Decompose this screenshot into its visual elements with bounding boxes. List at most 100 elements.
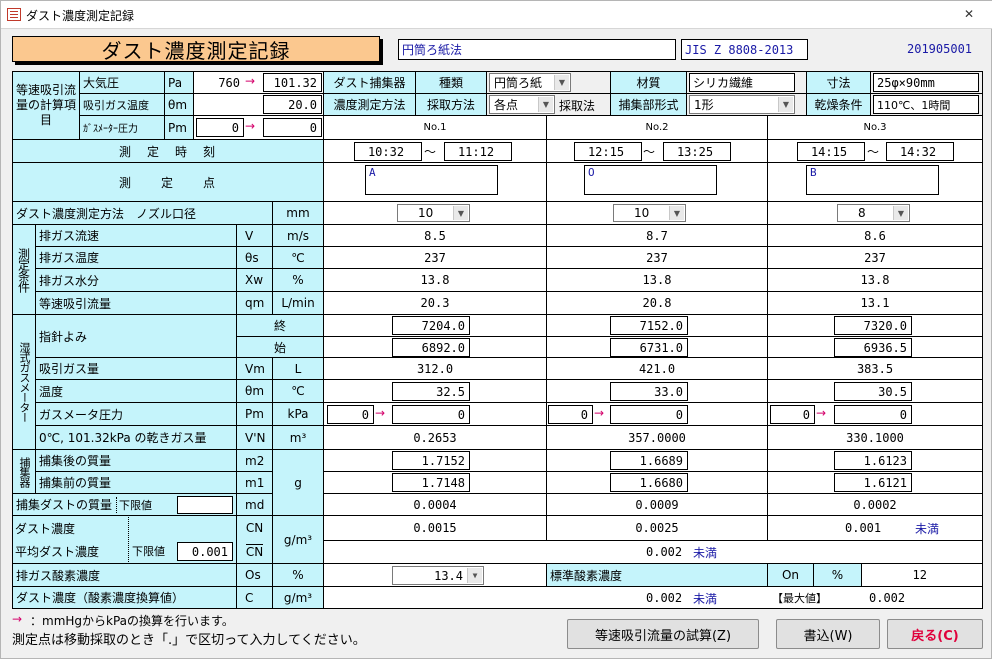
chevron-down-icon[interactable]: ▼: [453, 206, 468, 220]
time-start-3[interactable]: 14:15: [797, 142, 865, 161]
before-input-1[interactable]: 1.7148: [392, 473, 470, 492]
standard-field[interactable]: JIS Z 8808-2013: [681, 39, 808, 60]
dust-mass-text: 捕集ダストの質量: [16, 498, 113, 512]
pointer-start-input-3[interactable]: 6936.5: [834, 338, 912, 357]
gas-temp-input[interactable]: 20.0: [263, 95, 322, 114]
cond-val-moisture-1: 13.8: [323, 268, 547, 292]
method-field[interactable]: 円筒ろ紙法: [398, 39, 676, 60]
atm-kpa-input[interactable]: 101.32: [263, 73, 322, 92]
dust-mass-val-3: 0.0002: [767, 493, 983, 516]
volume-val-1: 312.0: [323, 357, 547, 380]
concentration-label: ダスト濃度: [15, 522, 76, 536]
gm-press-kpa-3[interactable]: 0: [834, 405, 912, 424]
time-end-1[interactable]: 11:12: [444, 142, 512, 161]
sampling-value: 各点: [494, 98, 519, 112]
oxygen-dropdown[interactable]: 13.4 ▼: [392, 566, 484, 585]
cond-val-flow-1: 20.3: [323, 291, 547, 315]
gm-press-mmhg-2[interactable]: 0: [548, 405, 593, 424]
cond-unit-temp: ℃: [272, 246, 324, 269]
time-end-3[interactable]: 14:32: [886, 142, 954, 161]
chevron-down-icon[interactable]: ▼: [893, 206, 908, 220]
gm-press-arrow-icon-3: →: [816, 406, 827, 420]
meter-kpa-input[interactable]: 0: [263, 118, 322, 137]
form-icon: [7, 8, 21, 21]
volume-val-3: 383.5: [767, 357, 983, 380]
gm-press-mmhg-1[interactable]: 0: [327, 405, 374, 424]
gm-press-kpa-2[interactable]: 0: [610, 405, 688, 424]
gas-temp-label: 吸引ガス温度: [79, 93, 165, 116]
cond-val-flow-3: 13.1: [767, 291, 983, 315]
pointer-end-input-1[interactable]: 7204.0: [392, 316, 470, 335]
dust-lower-label: 下限値: [116, 496, 152, 513]
meter-temp-sym: θm: [236, 379, 273, 403]
after-input-1[interactable]: 1.7152: [392, 451, 470, 470]
form-dropdown[interactable]: 1形 ▼: [689, 95, 795, 114]
meter-temp-input-1[interactable]: 32.5: [392, 382, 470, 401]
avg-lower-input[interactable]: 0.001: [177, 542, 233, 561]
write-button[interactable]: 書込(W): [776, 619, 880, 649]
back-button[interactable]: 戻る(C): [887, 619, 983, 649]
dry-input[interactable]: 110℃、1時間: [873, 95, 979, 114]
chevron-down-icon[interactable]: ▼: [554, 75, 569, 90]
nozzle-dropdown-3[interactable]: 8 ▼: [837, 204, 910, 222]
point-input-2[interactable]: O: [584, 165, 717, 195]
dust-lower-input[interactable]: [177, 496, 233, 514]
dust-mass-val-2: 0.0009: [546, 493, 768, 516]
chevron-down-icon[interactable]: ▼: [669, 206, 684, 220]
footer-arrow-icon: →: [12, 612, 23, 626]
time-start-1[interactable]: 10:32: [354, 142, 422, 161]
point-input-3[interactable]: B: [806, 165, 939, 195]
nozzle-value-2: 10: [634, 206, 650, 220]
cond-sym-velocity: V: [236, 224, 273, 247]
column-header-3: No.3: [767, 115, 983, 140]
concentration-val-3: 0.001: [845, 521, 882, 535]
type-dropdown[interactable]: 円筒ろ紙 ▼: [489, 73, 571, 92]
gm-press-kpa-1[interactable]: 0: [392, 405, 470, 424]
cond-val-velocity-1: 8.5: [323, 224, 547, 247]
concentration-sym: CN: [245, 520, 264, 535]
cond-sym-temp: θs: [236, 246, 273, 269]
converted-label: ダスト濃度（酸素濃度換算値）: [12, 586, 237, 609]
conditions-group-label: 測定条件: [12, 224, 36, 315]
before-input-3[interactable]: 1.6121: [834, 473, 912, 492]
point-input-1[interactable]: A: [365, 165, 498, 195]
nozzle-dropdown-2[interactable]: 10 ▼: [613, 204, 686, 222]
atm-label: 大気圧: [79, 71, 165, 94]
avg-concentration-note: 未満: [693, 546, 718, 560]
pointer-end-input-2[interactable]: 7152.0: [610, 316, 688, 335]
avg-lower-label: 下限値: [132, 545, 165, 558]
meter-temp-input-2[interactable]: 33.0: [610, 382, 688, 401]
converted-value: 0.002: [646, 591, 683, 605]
close-icon[interactable]: ✕: [964, 7, 974, 21]
meter-mmhg-input[interactable]: 0: [196, 118, 244, 137]
nozzle-value-1: 10: [418, 206, 434, 220]
meter-temp-input-3[interactable]: 30.5: [834, 382, 912, 401]
cond-val-temp-2: 237: [546, 246, 768, 269]
atm-mmhg-input[interactable]: 760: [196, 73, 244, 92]
chevron-down-icon[interactable]: ▼: [467, 568, 482, 583]
dry-gas-sym: V'N: [236, 425, 273, 450]
time-start-2[interactable]: 12:15: [574, 142, 642, 161]
after-input-2[interactable]: 1.6689: [610, 451, 688, 470]
isokinetic-section-text: 等速吸引流量の計算項目: [15, 83, 76, 127]
pointer-start-input-1[interactable]: 6892.0: [392, 338, 470, 357]
pointer-start-input-2[interactable]: 6731.0: [610, 338, 688, 357]
std-oxygen-sym: On: [767, 563, 814, 587]
sampling-label: 採取方法: [415, 93, 487, 116]
trial-calc-button[interactable]: 等速吸引流量の試算(Z): [567, 619, 759, 649]
size-input[interactable]: 25φ×90mm: [873, 73, 979, 92]
gm-press-mmhg-3[interactable]: 0: [770, 405, 815, 424]
chevron-down-icon[interactable]: ▼: [778, 97, 793, 112]
nozzle-dropdown-1[interactable]: 10 ▼: [397, 204, 470, 222]
chevron-down-icon[interactable]: ▼: [538, 97, 553, 112]
dust-mass-sym: md: [236, 493, 273, 516]
pointer-end-input-3[interactable]: 7320.0: [834, 316, 912, 335]
material-input[interactable]: シリカ繊維: [689, 73, 795, 92]
conditions-group-text: 測定条件: [16, 247, 31, 292]
after-input-3[interactable]: 1.6123: [834, 451, 912, 470]
cond-sym-moisture: Xw: [236, 268, 273, 292]
time-end-2[interactable]: 13:25: [663, 142, 731, 161]
oxygen-unit: %: [272, 563, 324, 587]
before-input-2[interactable]: 1.6680: [610, 473, 688, 492]
sampling-dropdown[interactable]: 各点 ▼: [489, 95, 555, 114]
